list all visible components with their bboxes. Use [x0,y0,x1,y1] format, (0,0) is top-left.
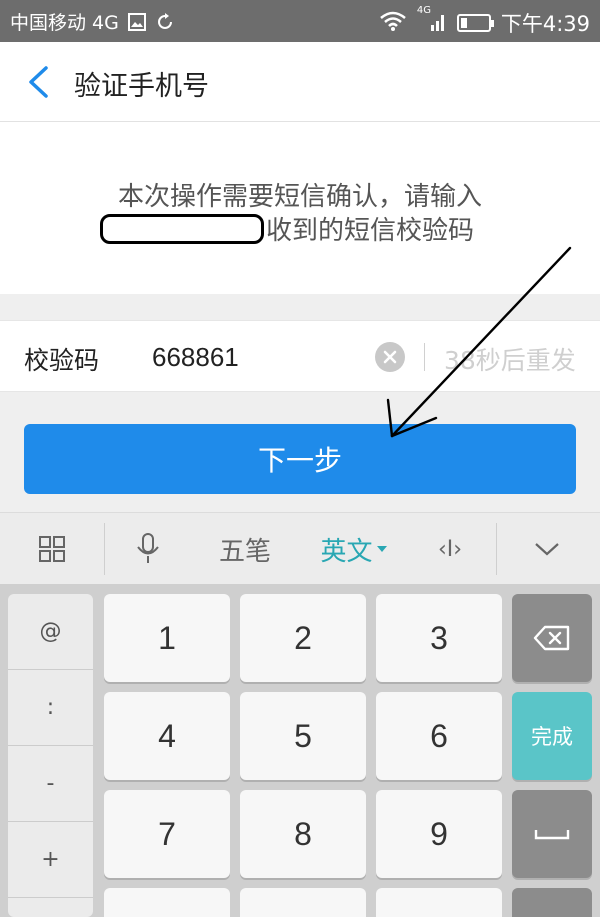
symbol-key-plus[interactable]: + [8,822,93,898]
status-left: 中国移动 4G [10,8,175,35]
clear-button[interactable] [375,342,405,372]
chevron-down-icon[interactable] [533,540,561,558]
key-2[interactable]: 2 [240,594,366,682]
key-3[interactable]: 3 [376,594,502,682]
info-line-1: 本次操作需要短信确认，请输入 [117,182,482,212]
backspace-icon[interactable] [533,625,571,651]
sync-icon [155,12,175,32]
clock: 下午4:39 [500,12,590,36]
page-title: 验证手机号 [74,71,209,102]
keyboard-grid-button[interactable] [0,513,104,585]
key-partial[interactable] [104,888,230,917]
section-gap [0,294,600,320]
image-icon [127,12,147,32]
collapse-keyboard-button[interactable] [510,513,584,585]
english-label: 英文 [320,536,373,567]
keyboard-toolbar: 五笔 英文 ‹I› [0,512,600,584]
carrier-label: 中国移动 4G [10,12,119,34]
next-step-button[interactable]: 下一步 [24,424,576,494]
redacted-phone-number [100,213,264,244]
key-6[interactable]: 6 [376,692,502,780]
backspace-key[interactable] [512,594,592,682]
battery-fill [460,18,468,28]
resend-countdown: 38秒后重发 [444,346,576,375]
info-line-2-text: 收到的短信校验码 [266,216,475,246]
info-line-2: 收到的短信校验码 [100,210,474,247]
caret-down-icon [376,546,387,552]
symbol-column: @ : - + [8,594,93,917]
done-key[interactable]: 完成 [512,692,592,780]
wubi-input-button[interactable]: 五笔 [205,513,285,585]
wifi-icon [379,10,407,37]
key-partial[interactable] [512,888,592,917]
battery-icon [456,14,494,32]
cursor-control-button[interactable]: ‹I› [420,513,480,585]
key-partial[interactable] [240,888,366,917]
status-right: 4G 下午4:39 [369,5,590,38]
symbol-key-hyphen[interactable]: - [8,746,93,822]
symbol-key-at[interactable]: @ [8,594,93,670]
network-tag: 4G [416,4,431,16]
key-partial[interactable] [376,888,502,917]
grid-icon[interactable] [37,534,67,564]
key-9[interactable]: 9 [376,790,502,878]
space-key[interactable] [512,790,592,878]
microphone-icon[interactable] [135,532,161,566]
english-input-button[interactable]: 英文 [312,513,396,585]
status-bar: 中国移动 4G 4G 下午4:39 [0,0,600,42]
key-8[interactable]: 8 [240,790,366,878]
key-5[interactable]: 5 [240,692,366,780]
numeric-keyboard: @ : - + 1 2 3 4 5 6 完成 7 8 9 [0,584,600,917]
key-1[interactable]: 1 [104,594,230,682]
space-icon[interactable] [533,827,571,841]
chevron-left-icon[interactable] [26,65,50,99]
key-7[interactable]: 7 [104,790,230,878]
toolbar-divider [104,523,105,575]
back-button[interactable] [18,62,58,102]
code-label: 校验码 [24,346,100,375]
signal-icon: 4G [417,5,447,38]
key-4[interactable]: 4 [104,692,230,780]
verification-code-row: 校验码 38秒后重发 [0,320,600,392]
toolbar-divider [496,523,497,575]
symbol-key-colon[interactable]: : [8,670,93,746]
info-section: 本次操作需要短信确认，请输入 收到的短信校验码 [0,122,600,294]
verification-code-input[interactable] [152,340,362,374]
divider [424,343,425,371]
title-bar: 验证手机号 [0,42,600,122]
clear-circle-icon[interactable] [382,349,398,365]
voice-input-button[interactable] [118,513,178,585]
